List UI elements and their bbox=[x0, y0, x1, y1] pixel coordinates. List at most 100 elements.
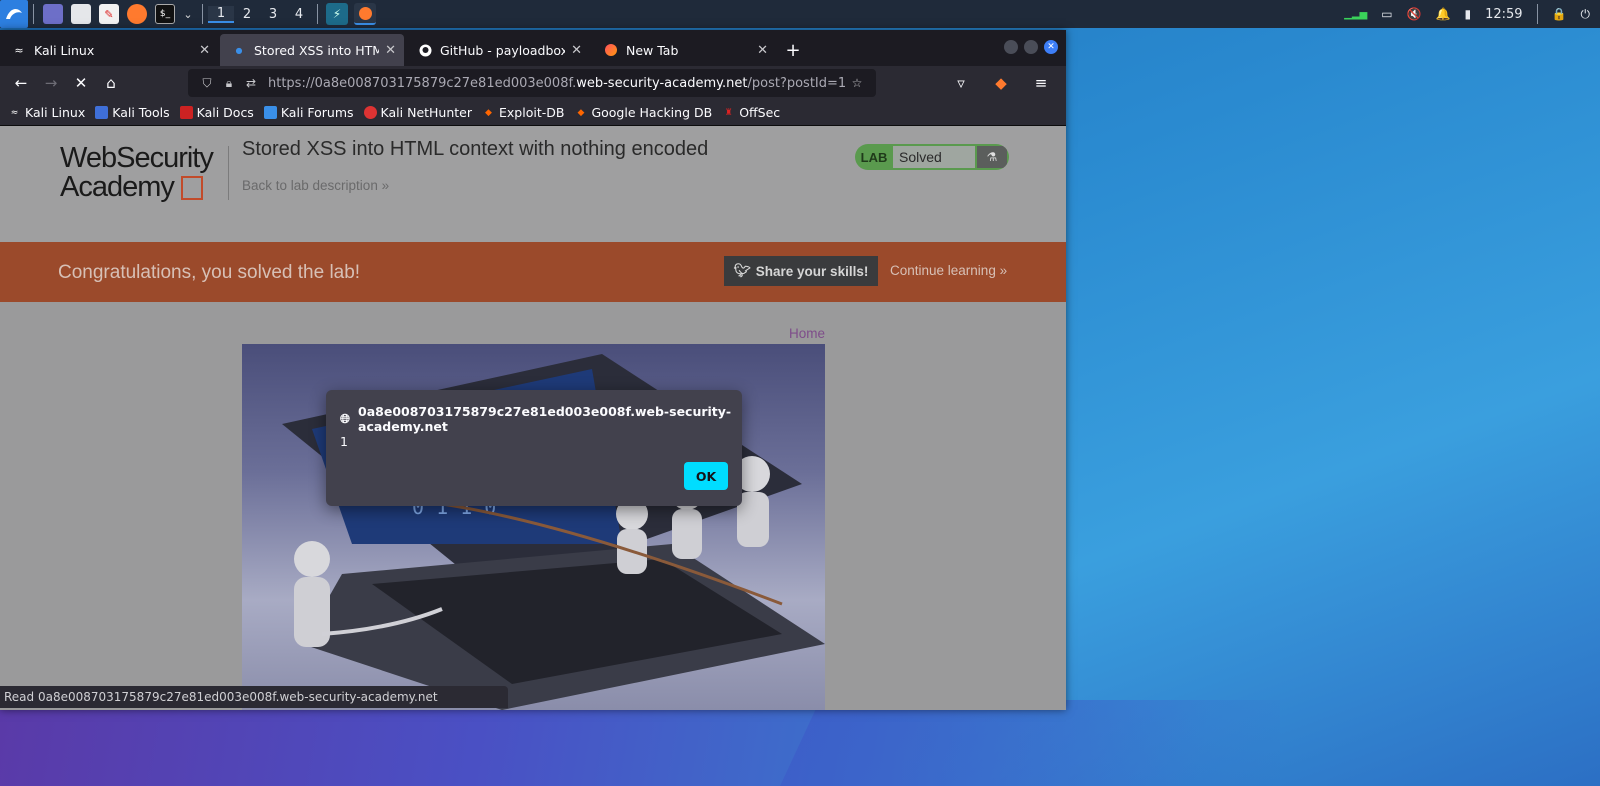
file-manager-icon[interactable] bbox=[71, 4, 91, 24]
alert-origin: 🌐︎ 0a8e008703175879c27e81ed003e008f.web-… bbox=[340, 404, 742, 434]
new-tab-button[interactable]: + bbox=[778, 34, 808, 66]
back-link-label: Back to lab description bbox=[242, 178, 378, 193]
taskbar-firefox-icon[interactable] bbox=[354, 3, 376, 25]
javascript-alert-dialog: 🌐︎ 0a8e008703175879c27e81ed003e008f.web-… bbox=[326, 390, 742, 506]
firefox-launcher-icon[interactable] bbox=[127, 4, 147, 24]
kali-menu-icon[interactable] bbox=[0, 0, 28, 28]
workspace-3[interactable]: 3 bbox=[260, 7, 286, 22]
alert-ok-button[interactable]: OK bbox=[684, 462, 728, 490]
nethunter-icon bbox=[363, 106, 377, 119]
logo-line-1: WebSecurity bbox=[60, 142, 214, 174]
bookmark-kali-linux[interactable]: ≈ Kali Linux bbox=[8, 105, 86, 120]
continue-learning-link[interactable]: Continue learning » bbox=[890, 263, 1007, 278]
logo-line-2-wrap: Academy bbox=[60, 173, 228, 202]
shield-icon[interactable]: ⛉ bbox=[196, 76, 218, 91]
close-tab-icon[interactable]: ✕ bbox=[571, 43, 582, 58]
terminal-icon[interactable]: $_ bbox=[155, 4, 175, 24]
congrats-message: Congratulations, you solved the lab! bbox=[58, 262, 361, 283]
bookmark-exploit-db[interactable]: ◆ Exploit-DB bbox=[482, 105, 564, 120]
top-panel: ✎ $_ ⌄ 1 2 3 4 ⚡ ▁▂▅ ▭ 🔇 🔔 ▮ 12:59 🔒 ⏻ bbox=[0, 0, 1600, 28]
clock[interactable]: 12:59 bbox=[1485, 7, 1522, 22]
chevron-right-icon: » bbox=[999, 263, 1008, 278]
back-arrow-icon[interactable]: ← bbox=[6, 69, 36, 97]
tab-stored-xss[interactable]: ● Stored XSS into HTML con ✕ bbox=[220, 34, 404, 66]
github-icon bbox=[418, 43, 432, 57]
bookmark-kali-tools[interactable]: Kali Tools bbox=[95, 105, 170, 120]
maximize-window-icon[interactable] bbox=[1024, 40, 1038, 54]
bookmark-kali-docs[interactable]: Kali Docs bbox=[179, 105, 254, 120]
alert-origin-host: 0a8e008703175879c27e81ed003e008f.web-sec… bbox=[358, 404, 732, 434]
lock-screen-icon[interactable]: 🔒 bbox=[1552, 7, 1567, 21]
firefox-window: ≈ Kali Linux ✕ ● Stored XSS into HTML co… bbox=[0, 30, 1066, 710]
battery-icon[interactable]: ▮ bbox=[1464, 7, 1471, 21]
share-skills-button[interactable]: 🐦︎ Share your skills! bbox=[724, 256, 878, 286]
bookmark-star-icon[interactable]: ☆ bbox=[846, 76, 868, 90]
workspace-4[interactable]: 4 bbox=[286, 7, 312, 22]
toolbar-right: ▿ ◆ ≡ bbox=[946, 69, 1060, 97]
logo-divider bbox=[228, 146, 229, 200]
tab-github[interactable]: GitHub - payloadbox/xss- ✕ bbox=[406, 34, 590, 66]
chevron-right-icon: » bbox=[381, 178, 390, 193]
share-button-label: Share your skills! bbox=[755, 263, 869, 279]
notifications-bell-icon[interactable]: 🔔 bbox=[1436, 7, 1451, 21]
close-window-icon[interactable]: ✕ bbox=[1044, 40, 1058, 54]
tab-title: Kali Linux bbox=[34, 42, 95, 58]
permissions-icon[interactable]: ⇄ bbox=[240, 76, 262, 90]
link-status-bar: Read 0a8e008703175879c27e81ed003e008f.we… bbox=[0, 686, 508, 708]
volume-muted-icon[interactable]: 🔇 bbox=[1407, 7, 1422, 21]
forward-arrow-icon[interactable]: → bbox=[36, 69, 66, 97]
close-tab-icon[interactable]: ✕ bbox=[199, 43, 210, 58]
tab-new-tab[interactable]: New Tab ✕ bbox=[592, 34, 776, 66]
window-controls: ✕ bbox=[1004, 40, 1058, 54]
url-text[interactable]: https://0a8e008703175879c27e81ed003e008f… bbox=[268, 76, 846, 91]
workspace-2[interactable]: 2 bbox=[234, 7, 260, 22]
back-to-lab-description-link[interactable]: Back to lab description » bbox=[242, 178, 389, 193]
home-icon[interactable]: ⌂ bbox=[96, 69, 126, 97]
text-editor-icon[interactable]: ✎ bbox=[99, 4, 119, 24]
workspace-1[interactable]: 1 bbox=[208, 5, 234, 23]
tab-kali-linux[interactable]: ≈ Kali Linux ✕ bbox=[0, 34, 218, 66]
bookmark-label: Exploit-DB bbox=[499, 105, 565, 120]
bookmark-label: Kali Linux bbox=[25, 105, 86, 120]
terminal-emulator-icon[interactable] bbox=[43, 4, 63, 24]
tab-title: GitHub - payloadbox/xss- bbox=[440, 42, 566, 58]
display-icon[interactable]: ▭ bbox=[1381, 7, 1392, 21]
close-tab-icon[interactable]: ✕ bbox=[757, 43, 768, 58]
url-path: /post?postId=10 bbox=[747, 75, 846, 91]
bookmark-offsec[interactable]: ♜ OffSec bbox=[722, 105, 781, 120]
alert-message: 1 bbox=[340, 434, 348, 449]
bookmark-google-hacking-db[interactable]: ◆ Google Hacking DB bbox=[574, 105, 712, 120]
bookmark-kali-forums[interactable]: Kali Forums bbox=[263, 105, 354, 120]
bookmark-label: OffSec bbox=[739, 105, 781, 120]
firefox-icon bbox=[604, 43, 618, 57]
chevron-down-icon[interactable]: ⌄ bbox=[183, 4, 193, 24]
lab-label: LAB bbox=[860, 149, 888, 165]
url-host: web-security-academy.net bbox=[576, 75, 748, 91]
close-tab-icon[interactable]: ✕ bbox=[385, 43, 396, 58]
logout-icon[interactable]: ⏻ bbox=[1581, 7, 1591, 22]
bookmark-label: Google Hacking DB bbox=[591, 105, 713, 120]
panel-separator bbox=[1536, 4, 1538, 24]
bookmarks-toolbar: ≈ Kali Linux Kali Tools Kali Docs Kali Fo… bbox=[0, 100, 1066, 126]
lab-status: Solved bbox=[893, 146, 975, 168]
offsec-icon: ♜ bbox=[724, 107, 733, 118]
bookmark-label: Kali NetHunter bbox=[380, 105, 473, 120]
kali-favicon-icon: ≈ bbox=[14, 43, 24, 57]
minimize-window-icon[interactable] bbox=[1004, 40, 1018, 54]
menu-hamburger-icon[interactable]: ≡ bbox=[1026, 69, 1056, 97]
web-security-academy-logo[interactable]: WebSecurity Academy bbox=[60, 144, 228, 202]
panel-separator bbox=[202, 4, 203, 24]
url-bar[interactable]: ⛉ 🔒︎ ⇄ https://0a8e008703175879c27e81ed0… bbox=[188, 69, 876, 97]
extension-icon[interactable]: ◆ bbox=[986, 69, 1016, 97]
url-prefix: https://0a8e008703175879c27e81ed003e008f… bbox=[268, 75, 577, 91]
home-link[interactable]: Home bbox=[789, 326, 825, 341]
flask-icon: ⚗ bbox=[977, 146, 1007, 168]
bookmark-label: Kali Tools bbox=[112, 105, 170, 120]
network-activity-icon[interactable]: ▁▂▅ bbox=[1344, 9, 1367, 20]
taskbar-app-icon[interactable]: ⚡ bbox=[326, 3, 348, 25]
lock-icon[interactable]: 🔒︎ bbox=[218, 76, 240, 91]
congratulations-banner: Congratulations, you solved the lab! 🐦︎ S… bbox=[0, 242, 1066, 302]
stop-loading-icon[interactable]: ✕ bbox=[66, 69, 96, 97]
pocket-icon[interactable]: ▿ bbox=[946, 69, 976, 97]
bookmark-kali-nethunter[interactable]: Kali NetHunter bbox=[363, 105, 473, 120]
